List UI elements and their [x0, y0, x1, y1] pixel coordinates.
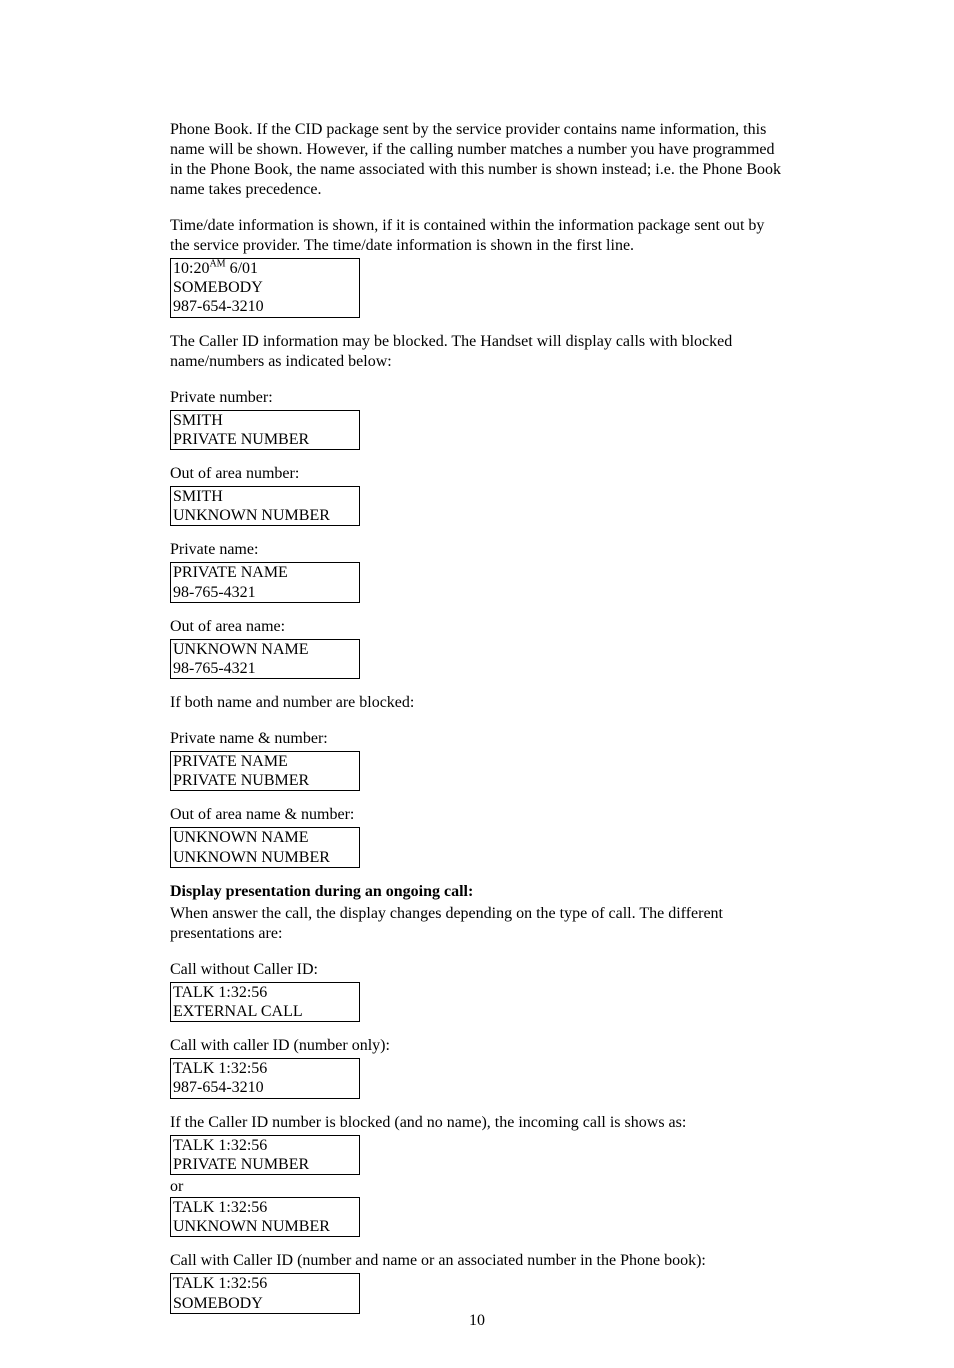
heading-text: Display presentation during an ongoing c…	[170, 883, 473, 900]
display-line: PRIVATE NUBMER	[173, 771, 357, 790]
display-line: SOMEBODY	[173, 278, 357, 297]
display-box-ooa-number: SMITH UNKNOWN NUMBER	[170, 486, 360, 526]
display-line: SOMEBODY	[173, 1294, 357, 1313]
display-box-cid-number: TALK 1:32:56 987-654-3210	[170, 1058, 360, 1098]
display-line: PRIVATE NUMBER	[173, 430, 357, 449]
label-call-cid-full: Call with Caller ID (number and name or …	[170, 1251, 784, 1271]
page-number: 10	[0, 1312, 954, 1330]
label-private-number: Private number:	[170, 388, 784, 408]
display-line: UNKNOWN NUMBER	[173, 506, 357, 525]
label-private-name: Private name:	[170, 540, 784, 560]
display-line: SMITH	[173, 411, 357, 430]
display-box-blocked-2: TALK 1:32:56 UNKNOWN NUMBER	[170, 1197, 360, 1237]
time-ampm: AM	[209, 259, 225, 270]
time-date: 6/01	[226, 260, 258, 277]
display-line: PRIVATE NUMBER	[173, 1155, 357, 1174]
label-private-name-number: Private name & number:	[170, 729, 784, 749]
display-line: 98-765-4321	[173, 659, 357, 678]
display-box-private-number: SMITH PRIVATE NUMBER	[170, 410, 360, 450]
label-call-no-cid: Call without Caller ID:	[170, 960, 784, 980]
display-line: SMITH	[173, 487, 357, 506]
display-line: TALK 1:32:56	[173, 1274, 357, 1293]
paragraph: Time/date information is shown, if it is…	[170, 216, 784, 256]
paragraph: If the Caller ID number is blocked (and …	[170, 1113, 784, 1133]
display-line: TALK 1:32:56	[173, 1198, 357, 1217]
display-line: TALK 1:32:56	[173, 1059, 357, 1078]
or-separator: or	[170, 1177, 784, 1197]
display-line: UNKNOWN NAME	[173, 828, 357, 847]
label-call-cid-number: Call with caller ID (number only):	[170, 1036, 784, 1056]
display-box-ooa-name: UNKNOWN NAME 98-765-4321	[170, 639, 360, 679]
time-prefix: 10:20	[173, 260, 209, 277]
paragraph: Phone Book. If the CID package sent by t…	[170, 120, 784, 200]
display-line: 98-765-4321	[173, 583, 357, 602]
display-line: TALK 1:32:56	[173, 1136, 357, 1155]
display-line: UNKNOWN NAME	[173, 640, 357, 659]
label-ooa-name: Out of area name:	[170, 617, 784, 637]
display-line: 987-654-3210	[173, 1078, 357, 1097]
display-box-private-name-number: PRIVATE NAME PRIVATE NUBMER	[170, 751, 360, 791]
display-box-time: 10:20AM 6/01 SOMEBODY 987-654-3210	[170, 258, 360, 318]
display-line: UNKNOWN NUMBER	[173, 1217, 357, 1236]
display-box-ooa-name-number: UNKNOWN NAME UNKNOWN NUMBER	[170, 827, 360, 867]
paragraph: When answer the call, the display change…	[170, 904, 784, 944]
section-heading: Display presentation during an ongoing c…	[170, 882, 784, 902]
display-line: TALK 1:32:56	[173, 983, 357, 1002]
label-ooa-number: Out of area number:	[170, 464, 784, 484]
document-page: Phone Book. If the CID package sent by t…	[0, 0, 954, 1368]
display-line: EXTERNAL CALL	[173, 1002, 357, 1021]
label-ooa-name-number: Out of area name & number:	[170, 805, 784, 825]
display-box-cid-full: TALK 1:32:56 SOMEBODY	[170, 1273, 360, 1313]
display-line: 987-654-3210	[173, 297, 357, 316]
display-box-no-cid: TALK 1:32:56 EXTERNAL CALL	[170, 982, 360, 1022]
paragraph: If both name and number are blocked:	[170, 693, 784, 713]
display-line: PRIVATE NAME	[173, 752, 357, 771]
display-line: UNKNOWN NUMBER	[173, 848, 357, 867]
paragraph: The Caller ID information may be blocked…	[170, 332, 784, 372]
display-box-private-name: PRIVATE NAME 98-765-4321	[170, 562, 360, 602]
display-line: PRIVATE NAME	[173, 563, 357, 582]
display-box-blocked-1: TALK 1:32:56 PRIVATE NUMBER	[170, 1135, 360, 1175]
display-line: 10:20AM 6/01	[173, 259, 357, 278]
